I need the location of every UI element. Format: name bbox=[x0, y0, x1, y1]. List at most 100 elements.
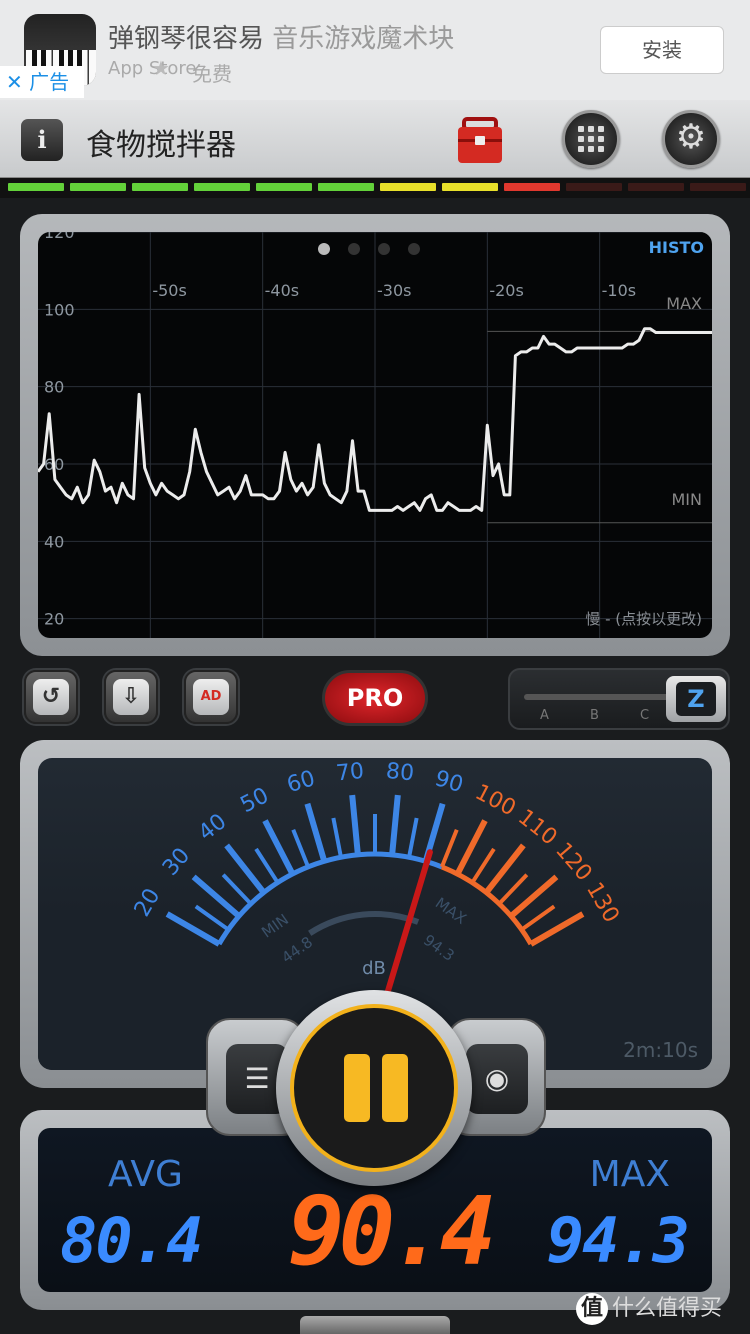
watermark-logo: 值 bbox=[576, 1293, 608, 1325]
meter-tick bbox=[331, 817, 343, 858]
page-dot[interactable] bbox=[378, 243, 390, 255]
page-title: 食物搅拌器 bbox=[86, 128, 236, 163]
current-value: 90.4 bbox=[288, 1178, 496, 1287]
graph-mode-label[interactable]: HISTO bbox=[649, 238, 704, 257]
pause-icon bbox=[344, 1054, 370, 1122]
level-segment bbox=[628, 183, 684, 191]
x-tick-label: -10s bbox=[602, 281, 636, 300]
weighting-option-a[interactable]: A bbox=[540, 708, 549, 723]
meter-unit: dB bbox=[362, 958, 386, 979]
ad-button[interactable]: AD bbox=[184, 670, 238, 724]
y-tick-label: 40 bbox=[44, 532, 64, 551]
meter-tick-label: 40 bbox=[194, 809, 231, 846]
level-segment bbox=[8, 183, 64, 191]
level-segment bbox=[504, 183, 560, 191]
level-segment bbox=[132, 183, 188, 191]
weighting-slider[interactable]: A B C Z bbox=[508, 668, 730, 730]
ad-banner[interactable]: 弹钢琴很容易 音乐游戏魔术块 App Store ★ 免费 安装 ✕ 广告 bbox=[0, 0, 750, 100]
level-segment bbox=[380, 183, 436, 191]
avg-label: AVG bbox=[108, 1154, 183, 1195]
meter-tick bbox=[389, 794, 401, 856]
meter-tick-label: 70 bbox=[335, 759, 365, 787]
pause-icon-bar bbox=[382, 1054, 408, 1122]
level-segment bbox=[70, 183, 126, 191]
level-segment bbox=[318, 183, 374, 191]
page-indicator[interactable] bbox=[318, 240, 438, 259]
pause-ring bbox=[290, 1004, 458, 1172]
meter-tick bbox=[470, 847, 496, 884]
level-segment bbox=[566, 183, 622, 191]
meter-tick bbox=[291, 829, 310, 868]
page-dot[interactable] bbox=[348, 243, 360, 255]
y-tick-label: 100 bbox=[44, 300, 75, 319]
grid-menu-button[interactable] bbox=[562, 110, 620, 168]
meter-tick-label: 100 bbox=[471, 780, 520, 821]
meter-tick bbox=[440, 829, 459, 868]
grid-icon bbox=[578, 126, 604, 152]
ad-label: 广告 bbox=[29, 70, 70, 94]
x-tick-label: -50s bbox=[152, 281, 186, 300]
max-line-label: MAX bbox=[666, 294, 702, 313]
ad-icon: AD bbox=[193, 679, 229, 715]
drawer-handle[interactable] bbox=[300, 1316, 450, 1334]
history-graph[interactable]: 120 100 80 60 40 20 -50s -40s -30s -20s -10s HISTO… bbox=[38, 232, 712, 638]
meter-tick-label: 110 bbox=[513, 805, 561, 851]
watermark-text: 什么值得买 bbox=[612, 1296, 723, 1321]
x-tick-label: -40s bbox=[265, 281, 299, 300]
weighting-handle[interactable]: Z bbox=[666, 676, 726, 722]
meter-tick bbox=[254, 847, 280, 884]
y-tick-label: 120 bbox=[44, 232, 75, 242]
page-dot[interactable] bbox=[318, 243, 330, 255]
x-tick-label: -20s bbox=[489, 281, 523, 300]
info-button[interactable]: i bbox=[21, 119, 63, 161]
settings-button[interactable]: ⚙ bbox=[662, 110, 720, 168]
meter-tick-label: 80 bbox=[385, 759, 415, 787]
install-button[interactable]: 安装 bbox=[600, 26, 724, 74]
weighting-track[interactable] bbox=[524, 694, 674, 700]
meter-tick bbox=[221, 873, 253, 906]
y-tick-label: 20 bbox=[44, 610, 64, 629]
close-icon[interactable]: ✕ bbox=[6, 70, 23, 94]
level-segment bbox=[194, 183, 250, 191]
ad-close-badge[interactable]: ✕ 广告 bbox=[0, 66, 84, 98]
level-segment bbox=[442, 183, 498, 191]
meter-tick-label: 60 bbox=[284, 766, 318, 798]
elapsed-time: 2m:10s bbox=[623, 1038, 698, 1062]
pro-button[interactable]: PRO bbox=[322, 670, 428, 726]
watermark: 值什么值得买 bbox=[576, 1290, 722, 1325]
pause-button[interactable] bbox=[276, 990, 472, 1186]
star-icon: ★ bbox=[152, 56, 170, 80]
toolbox-icon[interactable] bbox=[456, 115, 504, 165]
max-value: 94.3 bbox=[546, 1204, 690, 1277]
history-graph-frame: 120 100 80 60 40 20 -50s -40s -30s -20s -10s HISTO… bbox=[20, 214, 730, 656]
reset-icon: ↺ bbox=[33, 679, 69, 715]
level-segment bbox=[690, 183, 746, 191]
weighting-option-c[interactable]: C bbox=[640, 708, 649, 723]
meter-tick-label: 30 bbox=[158, 843, 195, 881]
level-bar bbox=[0, 178, 750, 198]
ad-title: 弹钢琴很容易 音乐游戏魔术块 bbox=[108, 24, 455, 54]
meter-tick-label: 50 bbox=[237, 783, 273, 818]
meter-tick bbox=[304, 802, 328, 863]
meter-tick bbox=[407, 817, 419, 858]
meter-tick bbox=[497, 873, 529, 906]
avg-value: 80.4 bbox=[60, 1204, 203, 1277]
weighting-option-b[interactable]: B bbox=[590, 708, 599, 723]
min-line-label: MIN bbox=[671, 490, 703, 509]
level-segment bbox=[256, 183, 312, 191]
save-button[interactable]: ⇩ bbox=[104, 670, 158, 724]
max-label: MAX bbox=[589, 1154, 670, 1195]
meter-tick-label: 90 bbox=[432, 766, 466, 798]
camera-icon: ◉ bbox=[466, 1044, 528, 1114]
speed-label[interactable]: 慢 - (点按以更改) bbox=[585, 608, 702, 629]
y-tick-label: 80 bbox=[44, 378, 64, 397]
x-tick-label: -30s bbox=[377, 281, 411, 300]
download-icon: ⇩ bbox=[113, 679, 149, 715]
page-dot[interactable] bbox=[408, 243, 420, 255]
reset-button[interactable]: ↺ bbox=[24, 670, 78, 724]
weighting-value: Z bbox=[676, 682, 716, 716]
history-graph-svg: 12010080604020-50s -40s -30s -20s -10s bbox=[38, 232, 712, 638]
toolbar: i 食物搅拌器 ⚙ bbox=[0, 100, 750, 178]
meter-tick bbox=[349, 794, 361, 856]
ad-price: 免费 bbox=[192, 62, 232, 86]
